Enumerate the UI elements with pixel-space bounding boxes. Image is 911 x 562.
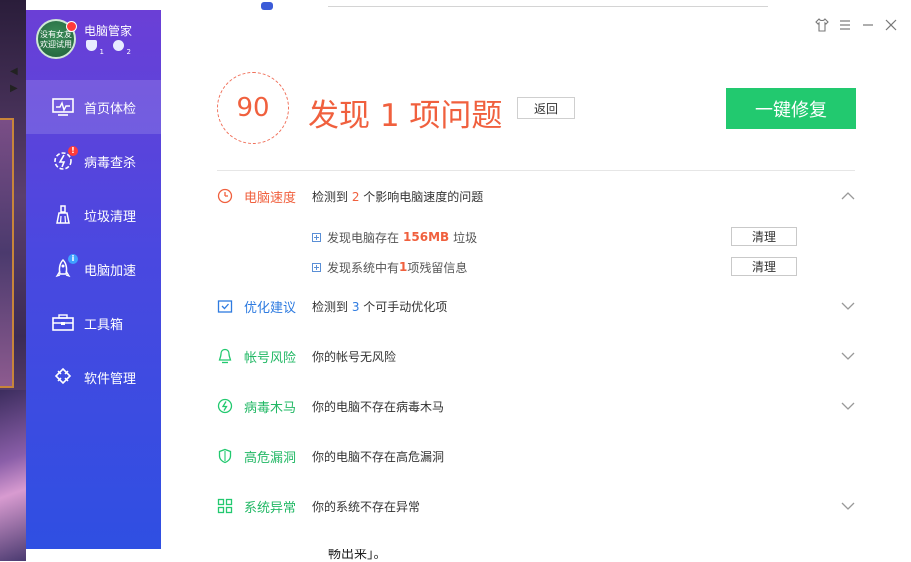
detail-text: 项残留信息 (407, 260, 468, 275)
detail-row-junk: 发现电脑存在 156MB 垃圾 清理 (312, 227, 802, 247)
category-desc: 你的电脑不存在高危漏洞 (312, 449, 445, 464)
sidebar-item-toolbox[interactable]: 工具箱 (26, 296, 161, 350)
app-name: 电脑管家 (84, 24, 133, 38)
category-desc: 你的电脑不存在病毒木马 (312, 399, 445, 414)
chevron-down-icon[interactable] (839, 347, 857, 365)
badge-level: 2 (126, 48, 131, 56)
sidebar: 没有女友欢迎试用 电脑管家 1 2 首页体检 ! 病毒查杀 垃圾清理 i 电脑加… (26, 10, 161, 549)
category-row-virus[interactable]: 病毒木马 你的电脑不存在病毒木马 (217, 393, 857, 419)
main-panel: 90 发现 1 项问题 返回 一键修复 电脑速度 检测到 2 个影响电脑速度的问… (161, 10, 906, 549)
health-score: 90 (217, 72, 289, 144)
chevron-down-icon[interactable] (839, 397, 857, 415)
optimize-icon (217, 298, 233, 314)
chevron-down-icon[interactable] (839, 297, 857, 315)
category-row-speed[interactable]: 电脑速度 检测到 2 个影响电脑速度的问题 (217, 183, 857, 209)
alert-badge: ! (68, 146, 78, 156)
divider (217, 170, 855, 171)
category-row-account[interactable]: 帐号风险 你的帐号无风险 (217, 343, 857, 369)
category-desc: 检测到 3 个可手动优化项 (312, 298, 447, 315)
menu-icon[interactable] (838, 18, 852, 32)
category-title: 高危漏洞 (244, 450, 297, 466)
avatar-text: 没有女友欢迎试用 (40, 30, 72, 49)
rocket-icon: i (52, 254, 78, 279)
desc-text: 个可手动优化项 (359, 299, 448, 314)
category-desc: 你的系统不存在异常 (312, 499, 421, 514)
arrow-left-icon: ◀ (10, 66, 18, 77)
category-row-vulnerability[interactable]: 高危漏洞 你的电脑不存在高危漏洞 (217, 443, 857, 469)
junk-size: 156MB (403, 230, 450, 244)
category-title: 病毒木马 (244, 400, 297, 416)
sidebar-nav: 首页体检 ! 病毒查杀 垃圾清理 i 电脑加速 工具箱 软件管理 (26, 80, 161, 404)
detail-text: 发现系统中有 (327, 260, 400, 275)
sidebar-item-label: 工具箱 (84, 317, 124, 333)
badge-level: 1 (99, 48, 104, 56)
speedometer-icon (217, 188, 233, 204)
info-badge: i (68, 254, 78, 264)
virus-icon (217, 398, 233, 414)
level-badge-icon[interactable]: 2 (113, 40, 131, 56)
category-desc: 检测到 2 个影响电脑速度的问题 (312, 188, 483, 205)
broom-icon (52, 205, 74, 225)
chevron-down-icon[interactable] (839, 497, 857, 515)
browser-background (161, 0, 911, 10)
account-icon (217, 348, 233, 364)
sidebar-item-junk-clean[interactable]: 垃圾清理 (26, 188, 161, 242)
software-icon (52, 367, 74, 387)
sidebar-item-label: 首页体检 (84, 101, 137, 117)
browser-logo-icon (261, 2, 273, 10)
category-title: 优化建议 (244, 300, 297, 316)
sidebar-item-software[interactable]: 软件管理 (26, 350, 161, 404)
sidebar-item-speedup[interactable]: i 电脑加速 (26, 242, 161, 296)
category-title: 帐号风险 (244, 350, 297, 366)
sidebar-item-label: 病毒查杀 (84, 155, 137, 171)
detail-text: 发现电脑存在 (327, 230, 400, 245)
detail-text: 垃圾 (453, 230, 478, 245)
close-icon[interactable] (884, 18, 898, 32)
sidebar-item-virus-scan[interactable]: ! 病毒查杀 (26, 134, 161, 188)
sidebar-item-label: 电脑加速 (84, 263, 137, 279)
expand-plus-icon[interactable] (312, 262, 321, 272)
desc-text: 检测到 (312, 299, 352, 314)
desc-text: 检测到 (312, 189, 352, 204)
clean-junk-button[interactable]: 清理 (731, 227, 797, 246)
desktop-wallpaper-art (0, 118, 14, 388)
desktop-wallpaper-art-bottom (0, 390, 26, 561)
chevron-up-icon[interactable] (839, 187, 857, 205)
sidebar-item-home-check[interactable]: 首页体检 (26, 80, 161, 134)
category-row-optimize[interactable]: 优化建议 检测到 3 个可手动优化项 (217, 293, 857, 319)
system-icon (217, 498, 233, 514)
category-title: 电脑速度 (244, 190, 297, 206)
window-controls (815, 18, 898, 32)
one-click-fix-button[interactable]: 一键修复 (726, 88, 856, 129)
category-row-system[interactable]: 系统异常 你的系统不存在异常 (217, 493, 857, 519)
toolbox-icon (52, 313, 74, 333)
residual-count: 1 (399, 260, 408, 274)
expand-plus-icon[interactable] (312, 232, 321, 242)
back-button[interactable]: 返回 (517, 97, 575, 119)
minimize-icon[interactable] (861, 18, 875, 32)
sidebar-item-label: 软件管理 (84, 371, 137, 387)
privilege-badge-icon[interactable]: 1 (86, 40, 104, 56)
shield-icon (217, 448, 233, 464)
sidebar-item-label: 垃圾清理 (84, 209, 137, 225)
profile-badges: 1 2 (86, 40, 131, 56)
arrow-right-icon: ▶ (10, 83, 18, 94)
category-title: 系统异常 (244, 500, 297, 516)
detail-row-residual: 发现系统中有 1 项残留信息 清理 (312, 257, 802, 277)
clean-residual-button[interactable]: 清理 (731, 257, 797, 276)
page-title: 发现 1 项问题 (308, 98, 503, 134)
monitor-icon (52, 97, 74, 117)
shirt-icon[interactable] (815, 18, 829, 32)
score-value: 90 (236, 93, 270, 123)
category-desc: 你的帐号无风险 (312, 349, 397, 364)
virus-scan-icon: ! (52, 146, 78, 171)
notification-dot (66, 21, 77, 32)
user-profile: 没有女友欢迎试用 电脑管家 1 2 (26, 10, 161, 80)
desc-text: 个影响电脑速度的问题 (359, 189, 484, 204)
